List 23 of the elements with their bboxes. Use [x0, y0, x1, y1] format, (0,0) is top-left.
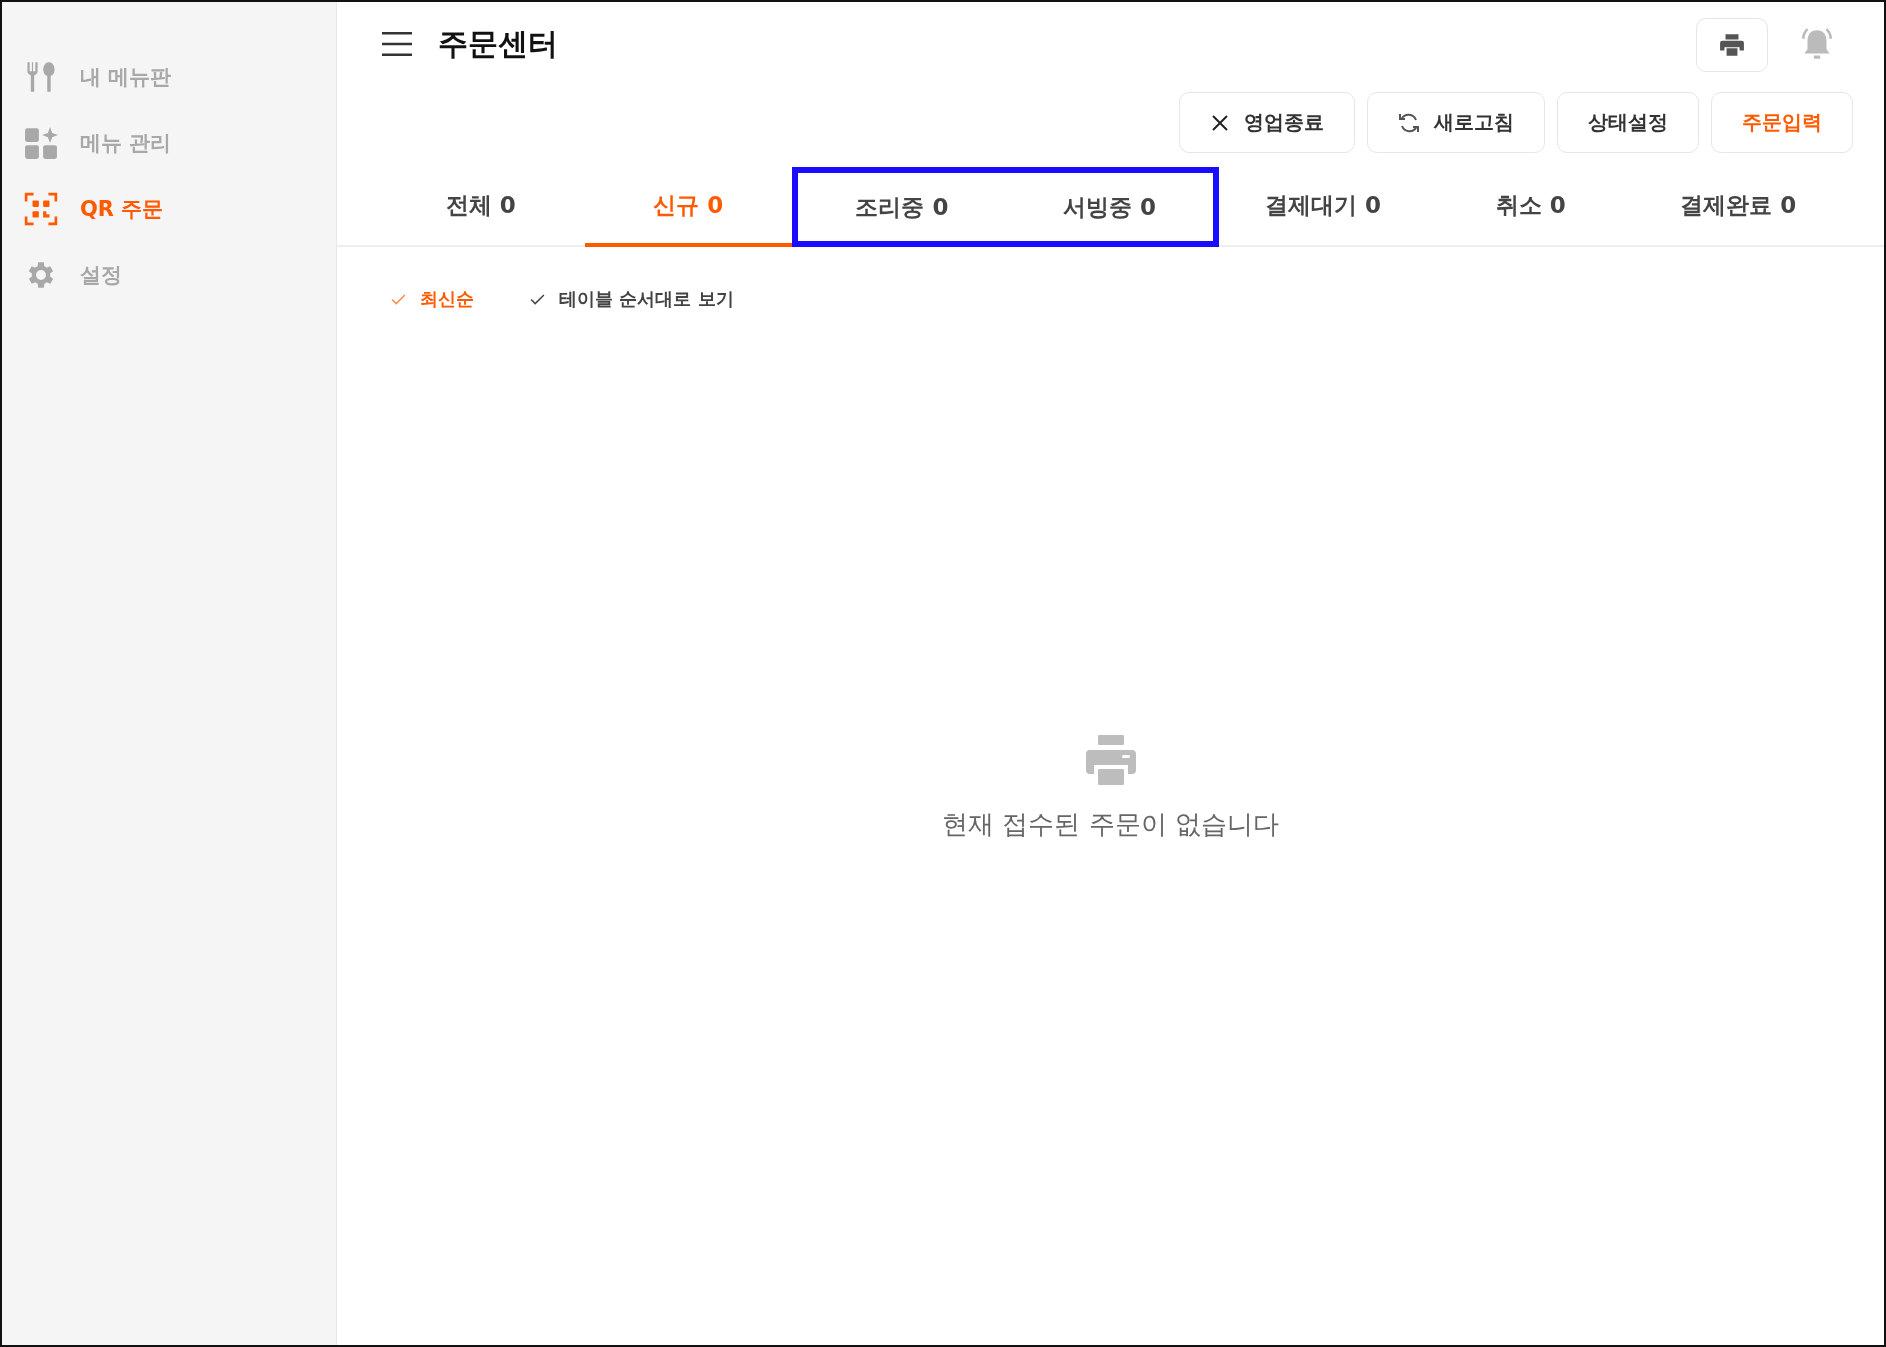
- order-status-tab[interactable]: 조리중 0: [792, 167, 1006, 247]
- printer-icon: [1719, 32, 1745, 58]
- order-status-tab[interactable]: 결제완료 0: [1634, 167, 1843, 247]
- check-icon: [530, 293, 545, 305]
- close-icon: [1210, 112, 1230, 133]
- print-button[interactable]: [1696, 18, 1768, 72]
- printer-icon: [1085, 734, 1136, 785]
- order-status-tab[interactable]: 서빙중 0: [1005, 167, 1220, 247]
- refresh-icon: [1398, 111, 1420, 134]
- order-status-tab[interactable]: 취소 0: [1426, 167, 1635, 247]
- fork-spoon-icon: [24, 60, 58, 94]
- order-status-tab[interactable]: 결제대기 0: [1219, 167, 1427, 247]
- close-business-button[interactable]: 영업종료: [1179, 92, 1355, 153]
- order-status-tab[interactable]: 전체 0: [377, 167, 585, 247]
- grid-sparkle-icon: [24, 126, 58, 160]
- status-setting-button[interactable]: 상태설정: [1557, 92, 1699, 153]
- check-icon: [391, 293, 406, 305]
- sort-option[interactable]: 테이블 순서대로 보기: [530, 287, 734, 311]
- empty-message: 현재 접수된 주문이 없습니다: [942, 807, 1279, 841]
- menu-icon[interactable]: [382, 31, 412, 57]
- refresh-button[interactable]: 새로고침: [1367, 92, 1545, 153]
- qr-scan-icon: [24, 192, 58, 226]
- page-title: 주문센터: [438, 24, 558, 63]
